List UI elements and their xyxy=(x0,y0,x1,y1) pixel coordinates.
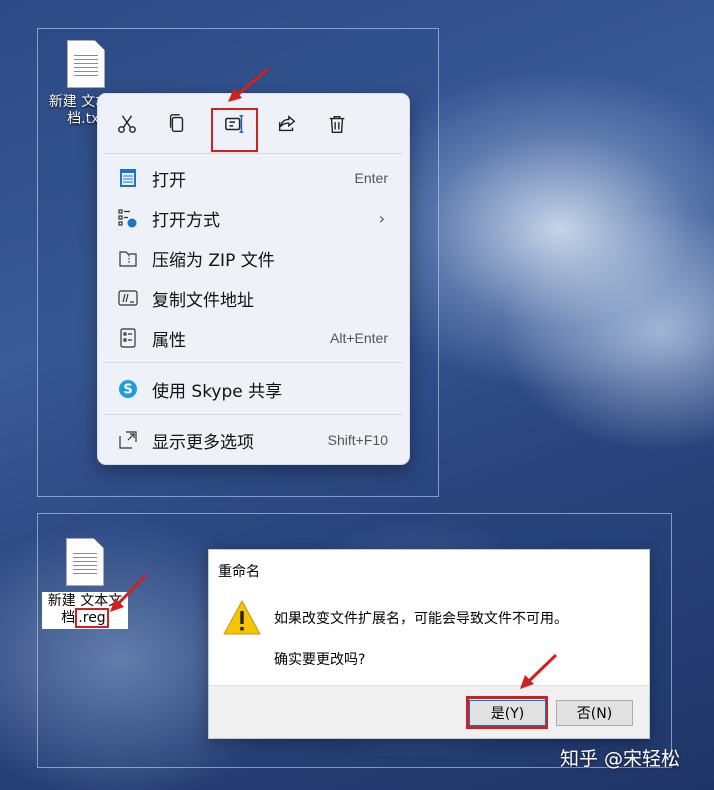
menu-item-copy-path[interactable]: 复制文件地址 xyxy=(98,279,409,317)
menu-item-properties[interactable]: 属性 Alt+Enter xyxy=(98,319,409,357)
annotation-arrow-icon xyxy=(228,67,269,102)
menu-item-open[interactable]: 打开 Enter xyxy=(98,159,409,197)
menu-item-shortcut: Enter xyxy=(354,170,388,186)
menu-item-open-with[interactable]: 打开方式 › xyxy=(98,199,409,237)
menu-separator xyxy=(104,153,403,154)
copy-icon xyxy=(169,114,184,133)
yes-button[interactable]: 是(Y) xyxy=(469,700,546,726)
delete-button[interactable] xyxy=(321,108,353,140)
svg-text:S: S xyxy=(123,383,132,398)
context-menu-toolbar xyxy=(108,102,398,152)
text-file-icon xyxy=(66,538,104,586)
notepad-icon xyxy=(120,169,136,187)
cut-icon xyxy=(118,115,136,133)
properties-icon xyxy=(120,328,136,348)
text-file-icon xyxy=(67,40,105,88)
copy-path-icon xyxy=(118,290,138,306)
dialog-footer: 是(Y) 否(N) xyxy=(209,685,649,738)
dialog-message: 如果改变文件扩展名，可能会导致文件不可用。 xyxy=(274,611,568,627)
annotation-arrow-icon xyxy=(520,653,558,689)
share-button[interactable] xyxy=(271,108,303,140)
menu-item-skype-share[interactable]: S 使用 Skype 共享 xyxy=(98,370,409,408)
menu-item-label: 显示更多选项 xyxy=(152,432,254,453)
menu-item-label: 打开 xyxy=(152,170,186,191)
menu-item-label: 打开方式 xyxy=(152,210,220,231)
menu-item-shortcut: Shift+F10 xyxy=(327,432,388,448)
skype-icon: S xyxy=(119,380,137,398)
no-button[interactable]: 否(N) xyxy=(556,700,633,726)
context-menu: 打开 Enter 打开方式 › 压缩为 ZIP 文件 复制文件地址 属性 Alt… xyxy=(97,93,410,465)
menu-separator xyxy=(104,362,403,363)
menu-separator xyxy=(104,414,403,415)
warning-icon xyxy=(223,599,261,635)
cut-button[interactable] xyxy=(111,108,143,140)
menu-item-label: 复制文件地址 xyxy=(152,290,254,311)
watermark: 知乎 @宋轻松 xyxy=(560,748,681,770)
dialog-question: 确实要更改吗? xyxy=(274,652,366,668)
menu-item-label: 压缩为 ZIP 文件 xyxy=(152,250,275,271)
menu-item-label: 属性 xyxy=(152,330,186,351)
dialog-title: 重命名 xyxy=(218,564,260,580)
file-name-label-prefix: 档 xyxy=(61,610,76,626)
copy-button[interactable] xyxy=(161,108,193,140)
annotation-arrow-icon xyxy=(110,573,148,612)
menu-item-show-more-options[interactable]: 显示更多选项 Shift+F10 xyxy=(98,421,409,459)
delete-icon xyxy=(329,115,345,133)
chevron-right-icon: › xyxy=(378,208,385,228)
menu-item-compress-zip[interactable]: 压缩为 ZIP 文件 xyxy=(98,239,409,277)
menu-item-shortcut: Alt+Enter xyxy=(330,330,388,346)
zip-folder-icon xyxy=(119,251,137,267)
rename-highlight-box xyxy=(211,108,258,152)
share-icon xyxy=(278,115,296,132)
rename-dialog: 重命名 如果改变文件扩展名，可能会导致文件不可用。 确实要更改吗? 是(Y) 否… xyxy=(208,549,650,739)
more-options-icon xyxy=(119,431,137,449)
open-with-icon xyxy=(118,209,137,228)
menu-item-label: 使用 Skype 共享 xyxy=(152,381,283,402)
